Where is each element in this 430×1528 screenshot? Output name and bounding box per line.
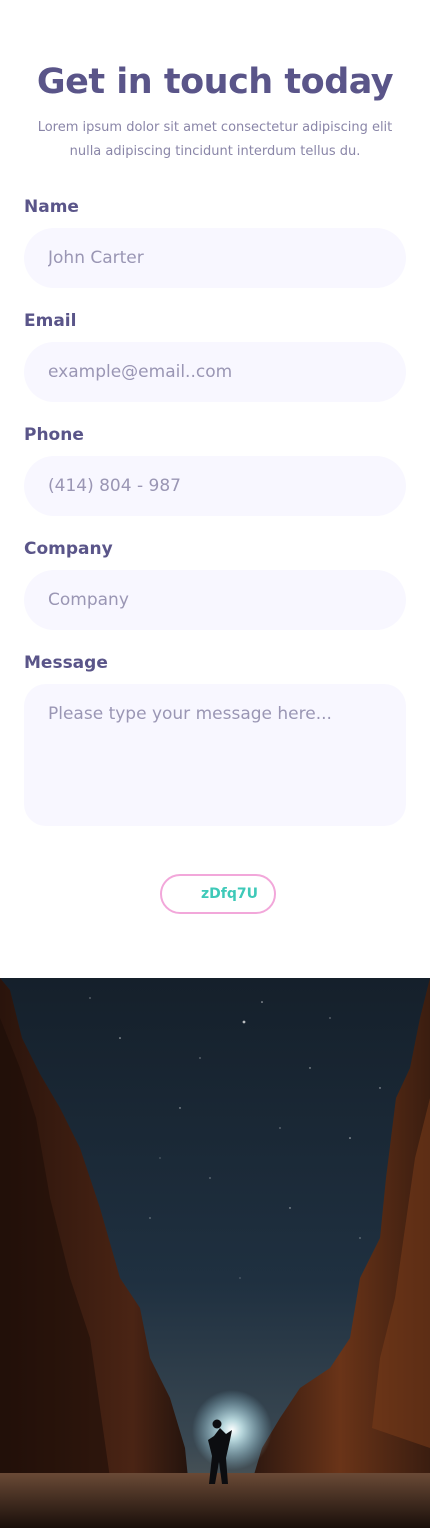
subtitle-line-2: nulla adipiscing tincidunt interdum tell… [69,144,361,159]
night-canyon-photo [0,978,430,1528]
message-label: Message [24,653,108,673]
contact-form-section: Get in touch today Lorem ipsum dolor sit… [0,0,430,978]
email-label: Email [24,311,77,331]
night-canyon-image [0,978,430,1528]
contact-page: Get in touch today Lorem ipsum dolor sit… [0,0,430,1528]
name-label: Name [24,197,79,217]
page-subtitle: Lorem ipsum dolor sit amet consectetur a… [30,116,400,164]
message-field[interactable] [24,684,406,826]
page-title: Get in touch today [36,62,394,102]
name-field[interactable] [24,228,406,288]
captcha-text: zDfq7U [201,886,258,902]
email-field[interactable] [24,342,406,402]
captcha-code[interactable]: zDfq7U [160,874,276,914]
company-label: Company [24,539,113,559]
subtitle-line-1: Lorem ipsum dolor sit amet consectetur a… [37,120,393,135]
company-field[interactable] [24,570,406,630]
phone-field[interactable] [24,456,406,516]
phone-label: Phone [24,425,84,445]
